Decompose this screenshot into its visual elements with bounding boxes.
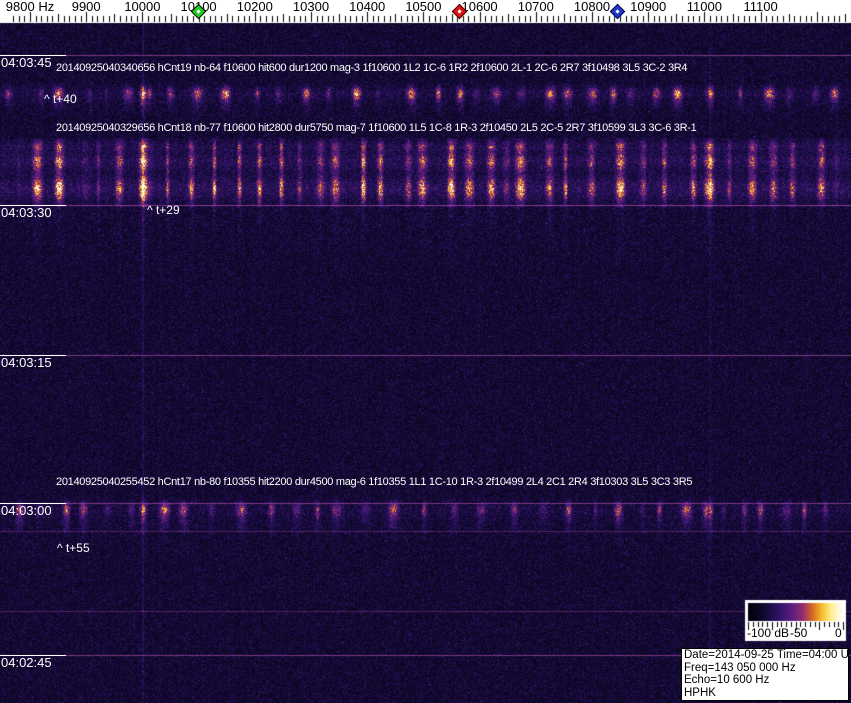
freq-tick-label: 10900 [630, 0, 666, 13]
marker-center-dot [458, 9, 462, 13]
time-axis-label: 04:03:15 [0, 355, 66, 370]
echo-time-marker: ^ t+40 [44, 93, 77, 106]
freq-tick-label: 11000 [687, 0, 722, 13]
freq-tick-label: 10800 [574, 0, 610, 13]
info-date-time: Date=2014-09-25 Time=04:00 UTC [684, 649, 846, 662]
echo-time-marker: ^ t+55 [57, 542, 90, 555]
freq-tick-label: 9900 [72, 0, 101, 13]
time-axis-label: 04:03:00 [0, 503, 66, 518]
info-station: HPHK [684, 687, 846, 700]
freq-tick-label: 10300 [293, 0, 329, 13]
echo-time-marker: ^ t+29 [147, 204, 180, 217]
info-frequency: Freq=143 050 000 Hz [684, 662, 846, 675]
marker-center-dot [196, 9, 200, 13]
freq-tick-label: 10700 [518, 0, 554, 13]
freq-tick-label: 10500 [405, 0, 441, 13]
frequency-ruler[interactable]: 9800 Hz990010000101001020010300104001050… [0, 0, 851, 23]
detection-annotation: 20140925040329656 hCnt18 nb-77 f10600 hi… [56, 122, 696, 135]
time-axis-label: 04:03:30 [0, 205, 66, 220]
freq-tick-label: 11100 [743, 0, 777, 13]
time-axis-label: 04:02:45 [0, 655, 66, 670]
colorbar-label-min: -100 dB [747, 627, 789, 640]
freq-tick-label: 9800 Hz [6, 0, 54, 13]
freq-tick-label: 10000 [124, 0, 160, 13]
freq-tick-label: 10400 [349, 0, 385, 13]
colorbar-label-max: 0 [835, 627, 842, 640]
spectrogram-display[interactable] [0, 0, 851, 703]
colorbar-label-mid: -50 [790, 627, 807, 640]
detection-annotation: 20140925040255452 hCnt17 nb-80 f10355 hi… [56, 476, 692, 489]
info-box: Date=2014-09-25 Time=04:00 UTC Freq=143 … [681, 648, 849, 701]
detection-annotation: 20140925040340656 hCnt19 nb-64 f10600 hi… [56, 62, 687, 75]
info-echo: Echo=10 600 Hz [684, 674, 846, 687]
spectrogram-window: 9800 Hz990010000101001020010300104001050… [0, 0, 851, 703]
marker-center-dot [615, 9, 619, 13]
freq-tick-label: 10200 [237, 0, 273, 13]
